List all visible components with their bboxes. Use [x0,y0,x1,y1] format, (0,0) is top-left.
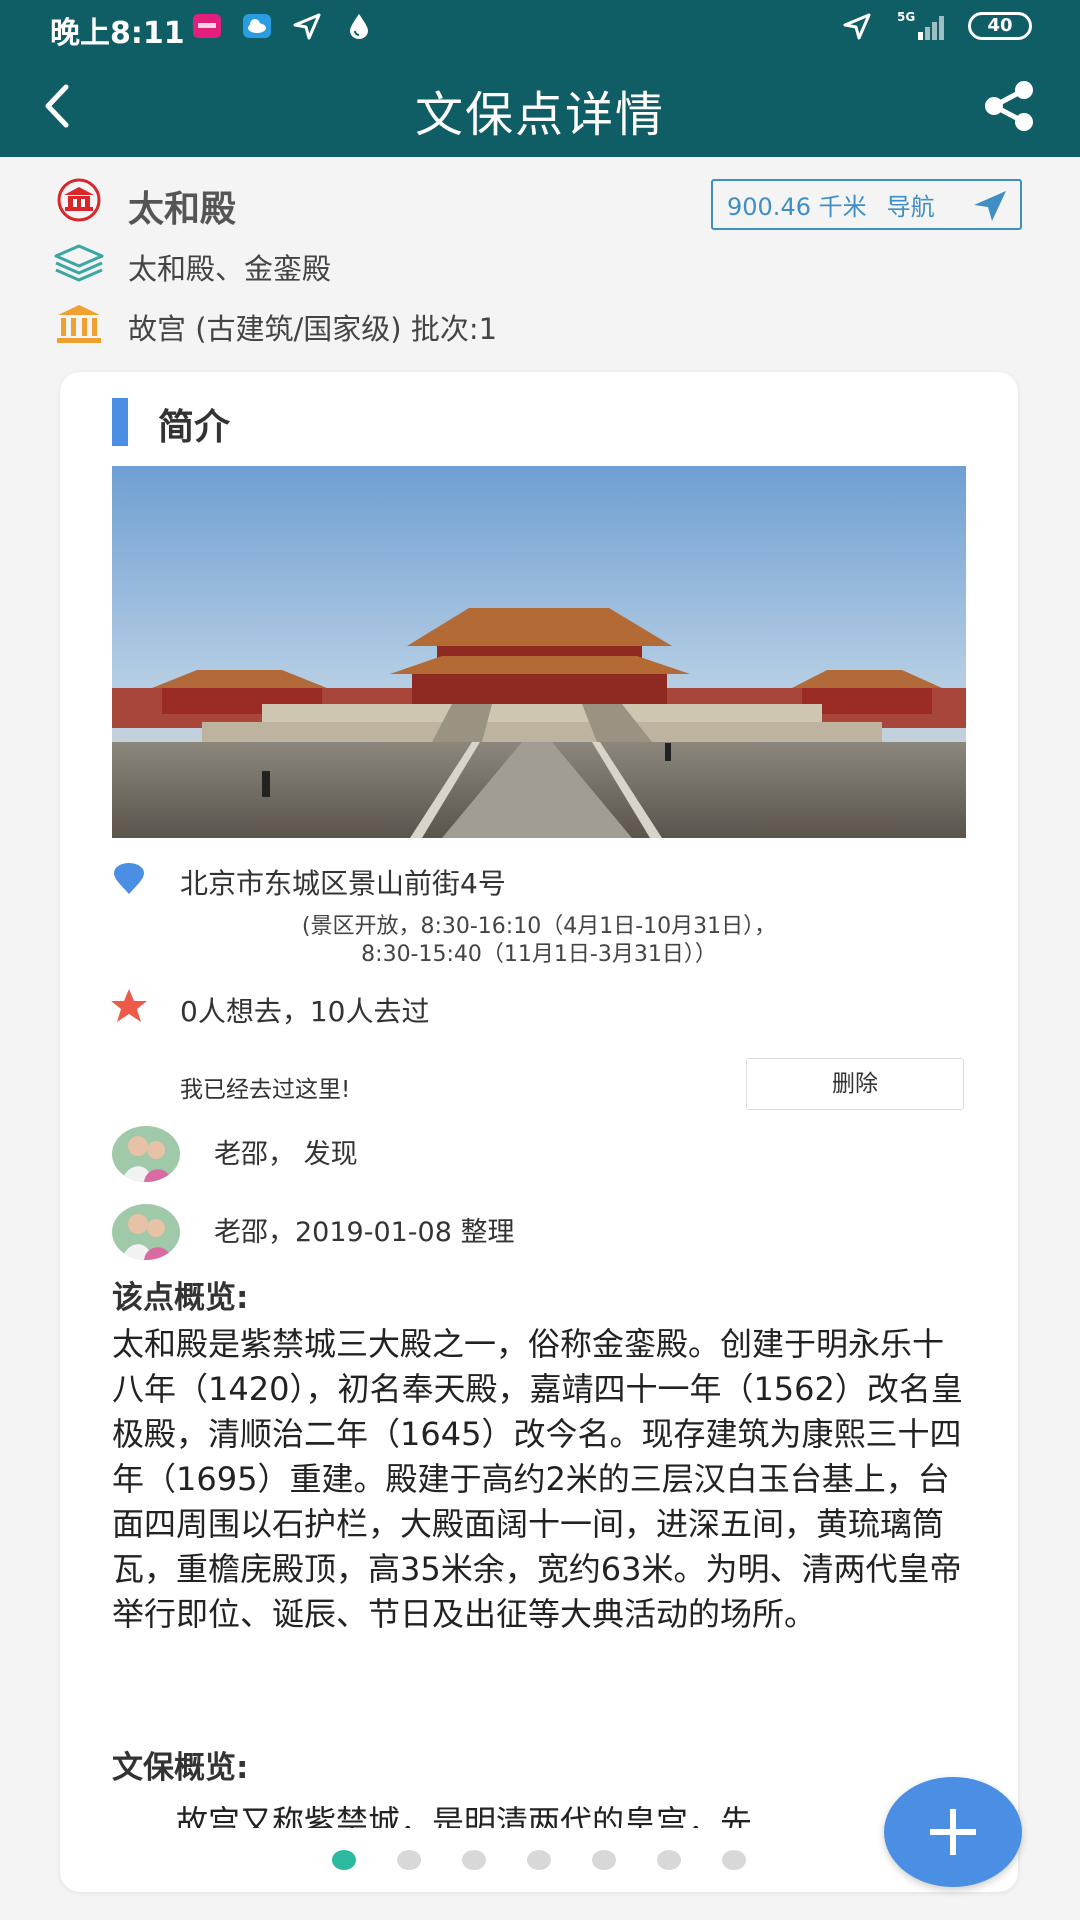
delete-button[interactable]: 删除 [746,1058,964,1110]
section-accent-bar [112,398,128,446]
avatar[interactable] [112,1126,180,1182]
intro-card: 简介 北京市东城区景山前街4号 (景区开放，8:30-16:10（4月1日-10… [60,372,1018,1892]
overview-heading: 该点概览: [112,1280,249,1316]
app-badge-icon [193,14,221,38]
app-header: 文保点详情 [0,55,1080,157]
opening-hours-line1: (景区开放，8:30-16:10（4月1日-10月31日）， [301,914,777,939]
plus-icon [930,1809,976,1855]
status-bar: 晚上8:11 5G 40 [0,0,1080,55]
share-icon[interactable] [982,79,1036,133]
page-dot[interactable] [527,1850,551,1870]
layers-icon [54,244,104,282]
location-arrow-icon [843,13,871,40]
site-alias: 太和殿、金銮殿 [128,252,332,286]
page-dot[interactable] [332,1850,356,1870]
site-name: 太和殿 [128,189,237,230]
page-dot[interactable] [657,1850,681,1870]
navigate-label: 导航 [886,193,935,221]
page-dot[interactable] [592,1850,616,1870]
contributor-organized: 老邵，2019-01-08 整理 [214,1217,515,1248]
battery-icon: 40 [968,12,1032,40]
visited-note: 我已经去过这里! [180,1077,351,1103]
contributor-discovered: 老邵， 发现 [214,1139,358,1170]
add-button[interactable] [884,1777,1022,1887]
protection-text: 故宫又称紫禁城，是明清两代的皇宫，先 [176,1803,753,1828]
location-arrow-icon [293,13,321,40]
navigate-button[interactable]: 900.46 千米 导航 [711,179,1022,230]
section-title: 简介 [158,407,231,448]
overview-text: 太和殿是紫禁城三大殿之一，俗称金銮殿。创建于明永乐十八年（1420），初名奉天殿… [112,1325,963,1633]
opening-hours-line2: 8:30-15:40（11月1日-3月31日）） [361,942,717,967]
page-dot[interactable] [397,1850,421,1870]
cloud-icon [243,14,271,38]
page-indicator [332,1850,752,1870]
navigation-arrow-icon [974,191,1006,221]
page-dot[interactable] [462,1850,486,1870]
status-time: 晚上8:11 [50,16,185,51]
museum-icon [57,305,101,343]
heritage-site-icon [57,178,101,222]
protection-level: 故宫 (古建筑/国家级) 批次:1 [128,312,498,346]
svg-text:5G: 5G [897,10,915,24]
distance-label: 900.46 千米 [727,193,867,221]
avatar[interactable] [112,1204,180,1260]
visit-stats: 0人想去，10人去过 [180,995,430,1028]
location-pin-icon [114,863,144,894]
page-title: 文保点详情 [414,87,665,143]
palace-photo[interactable] [112,466,966,838]
signal-icon: 5G [897,10,944,40]
drop-icon [350,14,368,39]
star-icon [111,989,147,1022]
protection-heading: 文保概览: [112,1750,249,1786]
page-dot[interactable] [722,1850,746,1870]
address-text: 北京市东城区景山前街4号 [180,867,506,900]
